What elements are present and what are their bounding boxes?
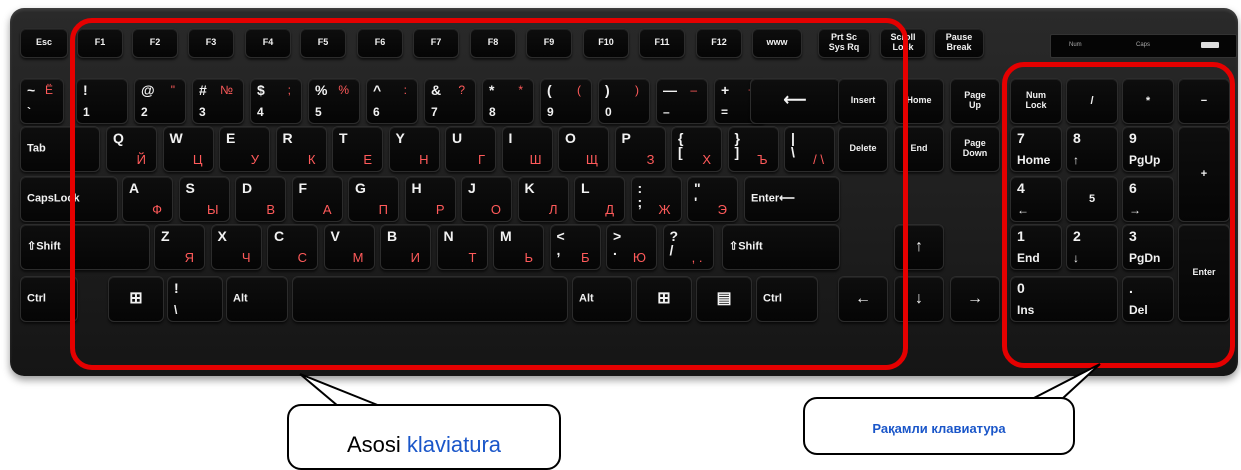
numpad-callout-pointer xyxy=(1031,363,1101,400)
numpad-callout: Рақамли клавиатура xyxy=(803,397,1075,455)
main-callout-pointer xyxy=(299,373,381,407)
main-keyboard-callout: Asosi klaviatura xyxy=(287,404,561,470)
main-keyboard-label: Asosi klaviatura xyxy=(346,432,502,457)
numpad-label: Рақамли клавиатура xyxy=(872,421,1006,436)
callout-pointers xyxy=(299,363,1101,407)
